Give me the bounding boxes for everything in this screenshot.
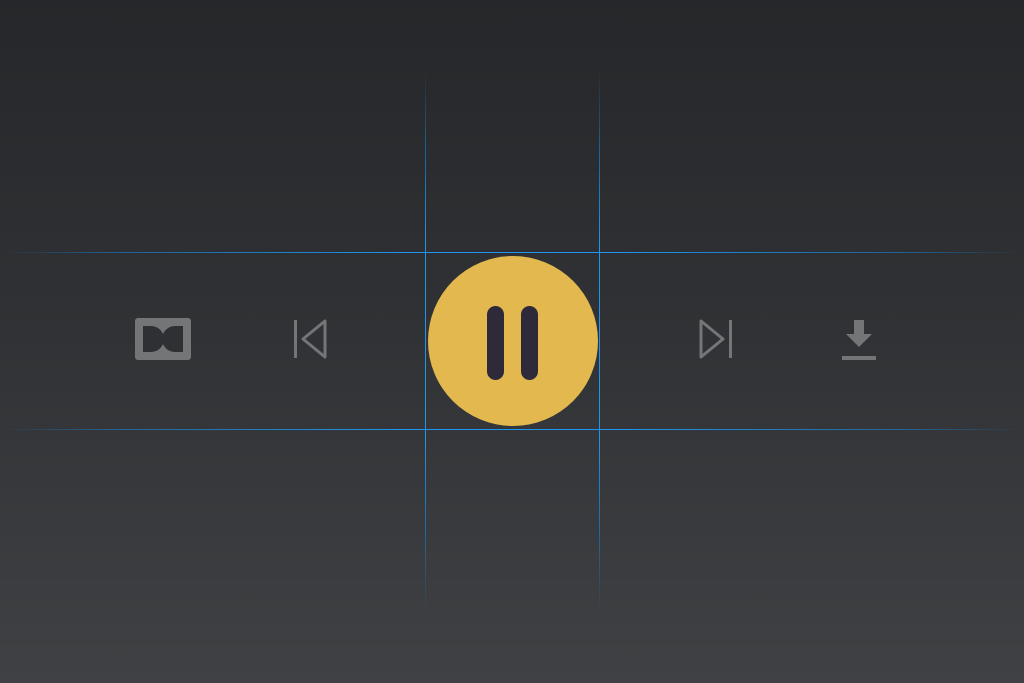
guide-line-horizontal-top: [0, 252, 1024, 253]
previous-track-button[interactable]: [286, 316, 334, 362]
play-pause-button[interactable]: [428, 256, 598, 426]
guide-line-vertical-right: [599, 0, 600, 683]
dolby-button[interactable]: [133, 316, 193, 362]
download-button[interactable]: [836, 314, 882, 364]
next-track-button[interactable]: [692, 316, 740, 362]
skip-next-icon: [699, 319, 732, 359]
pause-icon: [428, 256, 598, 426]
guide-line-horizontal-bottom: [0, 429, 1024, 430]
player-control-bar: [0, 0, 1024, 683]
dolby-icon: [135, 318, 191, 360]
download-icon: [842, 320, 876, 360]
skip-previous-icon: [294, 319, 327, 359]
guide-line-vertical-left: [425, 0, 426, 683]
